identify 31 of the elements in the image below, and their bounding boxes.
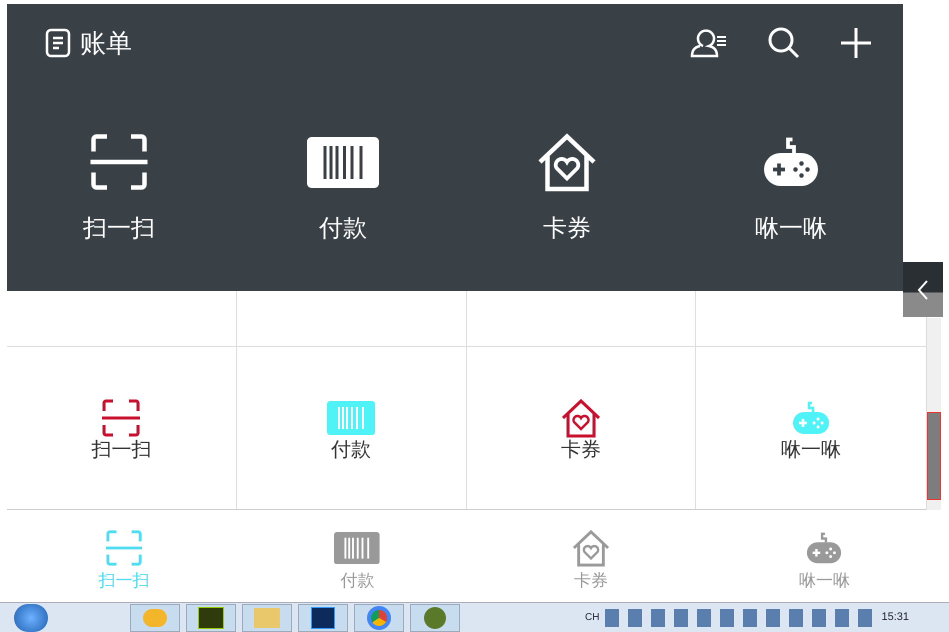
back-button[interactable] <box>903 262 943 317</box>
house-heart-icon <box>572 529 610 567</box>
shortcut-item[interactable]: 咻一咻 <box>679 132 903 244</box>
house-heart-icon <box>537 132 597 192</box>
plus-icon <box>839 26 873 60</box>
grid-item[interactable]: 卡券 <box>466 347 696 509</box>
barcode-icon <box>327 401 376 435</box>
grid-item[interactable]: 咻一咻 <box>696 347 926 509</box>
house-heart-icon <box>560 398 601 438</box>
scrollbar-thumb[interactable] <box>927 412 941 500</box>
scan-frame-icon <box>101 398 142 438</box>
page-title: 账单 <box>80 26 132 60</box>
scan-frame-icon <box>104 529 143 567</box>
taskbar-app-icon[interactable] <box>186 604 236 632</box>
start-button[interactable] <box>14 604 48 632</box>
chevron-left-icon <box>916 278 930 300</box>
header-action-button[interactable] <box>767 26 801 60</box>
header-action-button[interactable] <box>839 26 873 60</box>
language-indicator[interactable]: CH <box>585 610 600 625</box>
grid-item[interactable]: 扫一扫 <box>7 347 237 509</box>
shortcut-item[interactable]: 付款 <box>231 132 455 244</box>
scrollbar[interactable] <box>927 318 941 510</box>
scan-frame-icon <box>89 132 149 192</box>
clock-time: 15:31 <box>881 610 909 626</box>
barcode-icon <box>334 532 380 564</box>
search-icon <box>767 26 801 60</box>
shortcut-item[interactable]: 卡券 <box>455 132 679 244</box>
grid-item[interactable]: 付款 <box>236 347 466 509</box>
barcode-icon <box>307 136 379 188</box>
taskbar-app-icon[interactable] <box>298 604 348 632</box>
shortcut-item[interactable]: 扫一扫 <box>7 132 231 244</box>
